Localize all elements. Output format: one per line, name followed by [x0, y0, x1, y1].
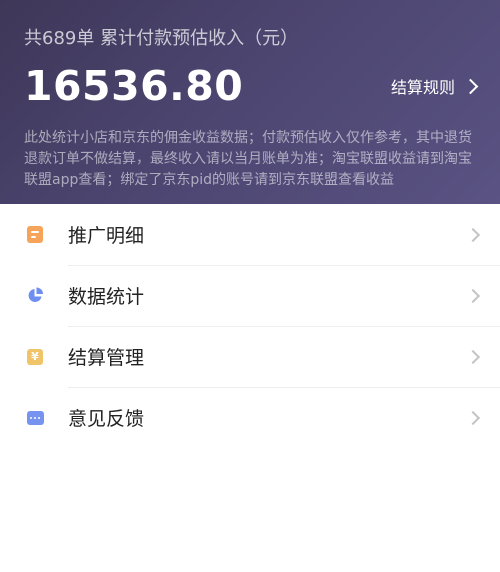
menu-item-label: 推广明细: [68, 225, 145, 247]
document-icon: [26, 226, 44, 244]
menu-item-promotion-details[interactable]: 推广明细: [0, 204, 500, 265]
menu-list: 推广明细 数据统计 ¥ 结算管理 意见反馈: [0, 204, 500, 448]
menu-item-label: 结算管理: [68, 347, 145, 369]
menu-item-settlement-management[interactable]: ¥ 结算管理: [0, 326, 500, 387]
menu-item-label: 数据统计: [68, 286, 145, 308]
chevron-right-icon: [465, 410, 481, 425]
earnings-header: 共689单 累计付款预估收入（元） 16536.80 结算规则 此处统计小店和京…: [0, 0, 500, 204]
menu-item-feedback[interactable]: 意见反馈: [0, 387, 500, 448]
income-note: 此处统计小店和京东的佣金收益数据；付款预估收入仅作参考，其中退货退款订单不做结算…: [24, 130, 472, 188]
chevron-right-icon: [462, 78, 479, 94]
chevron-right-icon: [465, 288, 481, 303]
estimated-income-amount: 16536.80: [24, 62, 244, 110]
settlement-rules-label: 结算规则: [390, 78, 455, 97]
menu-item-data-statistics[interactable]: 数据统计: [0, 265, 500, 326]
chevron-right-icon: [465, 349, 481, 364]
chat-bubble-icon: [26, 409, 44, 427]
pie-chart-icon: [26, 287, 44, 305]
chevron-right-icon: [465, 227, 481, 242]
menu-item-label: 意见反馈: [68, 408, 145, 430]
order-summary: 共689单 累计付款预估收入（元）: [24, 28, 299, 49]
yen-icon: ¥: [26, 348, 44, 366]
settlement-rules-link[interactable]: 结算规则: [390, 74, 479, 98]
amount-row: 16536.80 结算规则: [24, 58, 479, 120]
